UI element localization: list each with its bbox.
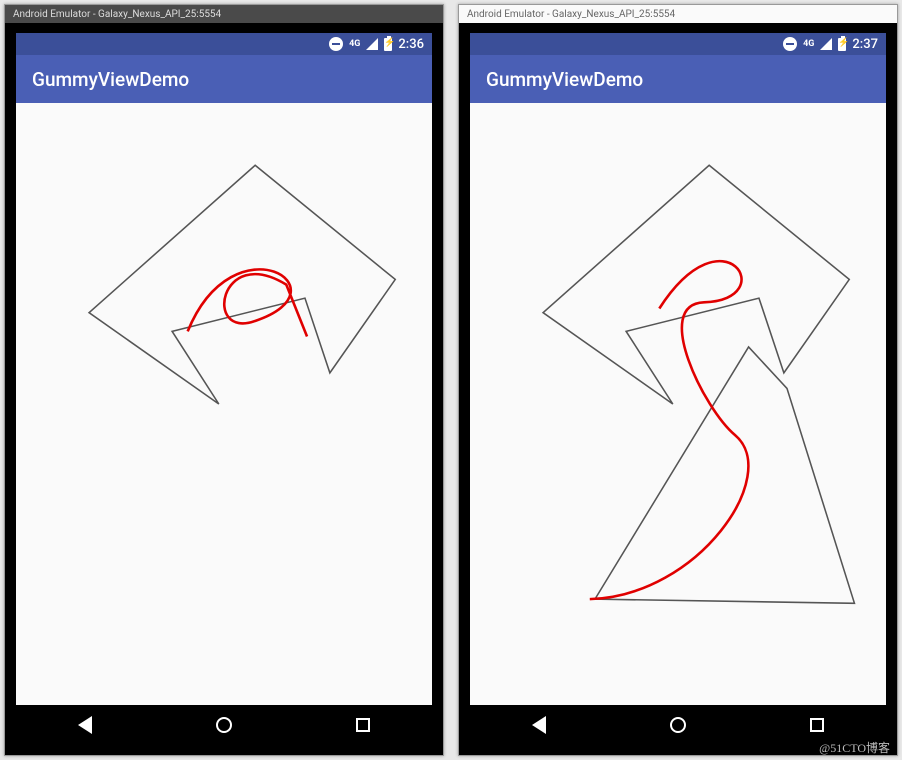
polygon-path-lower xyxy=(595,347,854,603)
polygon-path-upper xyxy=(543,165,849,404)
device-frame: 4G 2:37 GummyViewDemo xyxy=(459,23,897,755)
polygon-path xyxy=(89,165,395,404)
emulator-window-right: Android Emulator - Galaxy_Nexus_API_25:5… xyxy=(458,4,898,756)
network-4g-icon: 4G xyxy=(803,40,814,49)
device-screen: 4G 2:36 GummyViewDemo xyxy=(16,33,432,745)
network-4g-icon: 4G xyxy=(349,40,360,49)
battery-icon xyxy=(384,38,392,51)
nav-recent-button[interactable] xyxy=(353,715,373,735)
emulator-title-label: Android Emulator - Galaxy_Nexus_API_25:5… xyxy=(13,9,221,20)
canvas-area[interactable] xyxy=(16,103,432,705)
nav-recent-button[interactable] xyxy=(807,715,827,735)
emulator-titlebar: Android Emulator - Galaxy_Nexus_API_25:5… xyxy=(459,5,897,23)
canvas-area[interactable] xyxy=(470,103,886,705)
app-title: GummyViewDemo xyxy=(486,68,643,91)
nav-back-button[interactable] xyxy=(529,715,549,735)
red-curve xyxy=(590,261,749,599)
clock-label: 2:36 xyxy=(398,37,424,52)
status-bar: 4G 2:37 xyxy=(470,33,886,55)
nav-back-button[interactable] xyxy=(75,715,95,735)
drawing-svg xyxy=(470,103,886,705)
app-bar: GummyViewDemo xyxy=(470,55,886,103)
app-title: GummyViewDemo xyxy=(32,68,189,91)
device-screen: 4G 2:37 GummyViewDemo xyxy=(470,33,886,745)
watermark-label: @51CTO博客 xyxy=(819,739,890,756)
drawing-svg xyxy=(16,103,432,705)
nav-bar xyxy=(16,705,432,745)
emulator-window-left: Android Emulator - Galaxy_Nexus_API_25:5… xyxy=(4,4,444,756)
dnd-icon xyxy=(783,37,797,51)
signal-icon xyxy=(366,38,378,50)
nav-home-button[interactable] xyxy=(668,715,688,735)
signal-icon xyxy=(820,38,832,50)
device-frame: 4G 2:36 GummyViewDemo xyxy=(5,23,443,755)
emulator-titlebar: Android Emulator - Galaxy_Nexus_API_25:5… xyxy=(5,5,443,23)
dnd-icon xyxy=(329,37,343,51)
battery-icon xyxy=(838,38,846,51)
emulator-title-label: Android Emulator - Galaxy_Nexus_API_25:5… xyxy=(467,9,675,20)
nav-home-button[interactable] xyxy=(214,715,234,735)
app-bar: GummyViewDemo xyxy=(16,55,432,103)
status-bar: 4G 2:36 xyxy=(16,33,432,55)
red-curve xyxy=(188,269,307,336)
clock-label: 2:37 xyxy=(852,37,878,52)
